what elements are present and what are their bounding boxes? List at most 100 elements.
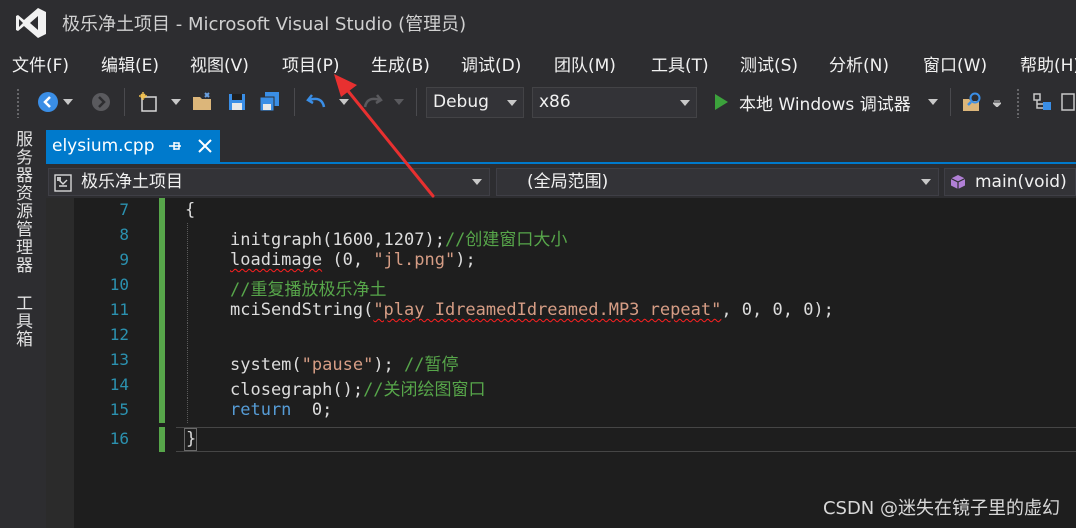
toolbar-grip[interactable] bbox=[1016, 88, 1020, 118]
close-icon[interactable] bbox=[196, 137, 214, 155]
solution-explorer-icon bbox=[1033, 93, 1051, 110]
save-button[interactable] bbox=[226, 90, 248, 114]
code-line: 15 return 0; bbox=[46, 398, 1076, 423]
code-call: system( bbox=[230, 355, 302, 375]
line-number: 15 bbox=[109, 400, 129, 419]
start-debugging-label[interactable]: 本地 Windows 调试器 bbox=[739, 90, 911, 115]
back-dropdown[interactable] bbox=[62, 90, 74, 114]
document-tab-strip: elysium.cpp bbox=[46, 130, 1076, 164]
undo-icon bbox=[306, 94, 326, 108]
code-line: 16 } bbox=[46, 427, 1076, 452]
menu-view[interactable]: 视图(V) bbox=[190, 51, 249, 76]
find-in-files-icon bbox=[963, 92, 981, 111]
line-number: 14 bbox=[109, 375, 129, 394]
code-line: 11 mciSendString("play IdreamedIdreamed.… bbox=[46, 298, 1076, 323]
visual-studio-logo-icon bbox=[16, 8, 46, 38]
standard-toolbar: Debug x86 本地 Windows 调试器 bbox=[0, 80, 1076, 126]
start-debugging-button[interactable] bbox=[711, 90, 731, 114]
project-select[interactable]: 极乐净土项目 bbox=[48, 168, 490, 196]
code-text: system("pause"); //暂停 bbox=[230, 350, 459, 375]
chevron-down-icon bbox=[507, 100, 517, 106]
change-indicator bbox=[159, 427, 165, 452]
open-folder-icon bbox=[193, 92, 211, 110]
line-number: 11 bbox=[109, 300, 129, 319]
menu-build[interactable]: 生成(B) bbox=[371, 51, 430, 76]
line-number: 10 bbox=[109, 275, 129, 294]
code-text: loadimage (0, "jl.png"); bbox=[230, 250, 476, 270]
toolbar-separator bbox=[294, 88, 295, 116]
menu-bar: 文件(F) 编辑(E) 视图(V) 项目(P) 生成(B) 调试(D) 团队(M… bbox=[0, 46, 1076, 80]
menu-file[interactable]: 文件(F) bbox=[12, 51, 69, 76]
configuration-select[interactable]: Debug bbox=[426, 87, 524, 118]
toolbar-separator bbox=[416, 88, 417, 116]
function-cube-icon bbox=[950, 175, 966, 189]
menu-edit[interactable]: 编辑(E) bbox=[101, 51, 159, 76]
window-title: 极乐净土项目 - Microsoft Visual Studio (管理员) bbox=[62, 14, 467, 35]
indent-guide bbox=[187, 298, 188, 323]
forward-button[interactable] bbox=[90, 90, 112, 114]
toolbar-grip[interactable] bbox=[16, 88, 20, 118]
change-indicator bbox=[159, 198, 165, 223]
code-line: 8 initgraph(1600,1207);//创建窗口大小 bbox=[46, 223, 1076, 250]
toolbar-overflow[interactable] bbox=[992, 90, 1002, 114]
project-select-value: 极乐净土项目 bbox=[81, 172, 183, 192]
server-explorer-tab[interactable]: 服务器资源管理器 bbox=[10, 130, 35, 274]
save-all-button[interactable] bbox=[258, 90, 282, 114]
platform-select[interactable]: x86 bbox=[532, 87, 697, 118]
menu-debug[interactable]: 调试(D) bbox=[461, 51, 521, 76]
code-comment: //关闭绘图窗口 bbox=[363, 380, 486, 400]
code-string: "play IdreamedIdreamed.MP3 repeat" bbox=[373, 300, 722, 320]
menu-tools[interactable]: 工具(T) bbox=[651, 51, 709, 76]
toolbar-more-button[interactable] bbox=[1060, 90, 1076, 114]
start-debugging-dropdown[interactable] bbox=[926, 90, 940, 114]
code-call: closegraph(); bbox=[230, 380, 364, 400]
redo-dropdown[interactable] bbox=[393, 90, 405, 114]
back-button[interactable] bbox=[36, 90, 60, 114]
menu-team[interactable]: 团队(M) bbox=[554, 51, 616, 76]
undo-dropdown[interactable] bbox=[338, 90, 350, 114]
line-number: 16 bbox=[109, 429, 129, 448]
line-number: 12 bbox=[109, 325, 129, 344]
menu-help[interactable]: 帮助(H) bbox=[1020, 51, 1076, 76]
code-text: return 0; bbox=[230, 400, 332, 420]
new-project-dropdown[interactable] bbox=[170, 90, 182, 114]
toolbox-tab[interactable]: 工具箱 bbox=[10, 294, 35, 348]
code-line: 13 system("pause"); //暂停 bbox=[46, 348, 1076, 375]
code-line: 10 //重复播放极乐净土 bbox=[46, 273, 1076, 300]
find-in-files-button[interactable] bbox=[960, 90, 986, 114]
code-line: 14 closegraph();//关闭绘图窗口 bbox=[46, 373, 1076, 400]
menu-analyze[interactable]: 分析(N) bbox=[829, 51, 889, 76]
redo-icon bbox=[363, 94, 383, 108]
play-icon bbox=[715, 94, 728, 110]
code-punct: ); bbox=[373, 355, 405, 375]
platform-value: x86 bbox=[539, 92, 571, 112]
change-indicator bbox=[159, 298, 165, 323]
back-arrow-icon bbox=[38, 92, 58, 112]
code-editor[interactable]: 7 { 8 initgraph(1600,1207);//创建窗口大小 9 lo… bbox=[46, 198, 1076, 528]
new-project-button[interactable] bbox=[137, 90, 161, 114]
change-indicator bbox=[159, 348, 165, 373]
line-number: 13 bbox=[109, 350, 129, 369]
scope-select[interactable]: (全局范围) bbox=[496, 168, 939, 196]
menu-window[interactable]: 窗口(W) bbox=[923, 51, 987, 76]
chevron-down-icon bbox=[394, 99, 404, 105]
menu-test[interactable]: 测试(S) bbox=[740, 51, 798, 76]
navigation-bar: 极乐净土项目 (全局范围) main(void) bbox=[46, 166, 1076, 197]
member-select[interactable]: main(void) bbox=[944, 168, 1076, 196]
save-icon bbox=[229, 94, 245, 110]
open-file-button[interactable] bbox=[191, 90, 215, 114]
solution-explorer-button[interactable] bbox=[1030, 90, 1054, 114]
code-line: 7 { bbox=[46, 198, 1076, 223]
menu-project[interactable]: 项目(P) bbox=[282, 51, 340, 76]
change-indicator bbox=[159, 223, 165, 248]
pin-icon[interactable] bbox=[168, 138, 184, 154]
code-keyword: return bbox=[230, 400, 292, 420]
code-comment: //重复播放极乐净土 bbox=[230, 280, 387, 300]
undo-button[interactable] bbox=[305, 90, 329, 114]
indent-guide bbox=[187, 273, 188, 298]
tab-elysium-cpp[interactable]: elysium.cpp bbox=[46, 130, 220, 162]
code-punct: , 0, 0, 0); bbox=[721, 300, 834, 320]
chevron-down-icon bbox=[472, 179, 482, 185]
redo-button[interactable] bbox=[360, 90, 384, 114]
chevron-down-icon bbox=[680, 100, 690, 106]
